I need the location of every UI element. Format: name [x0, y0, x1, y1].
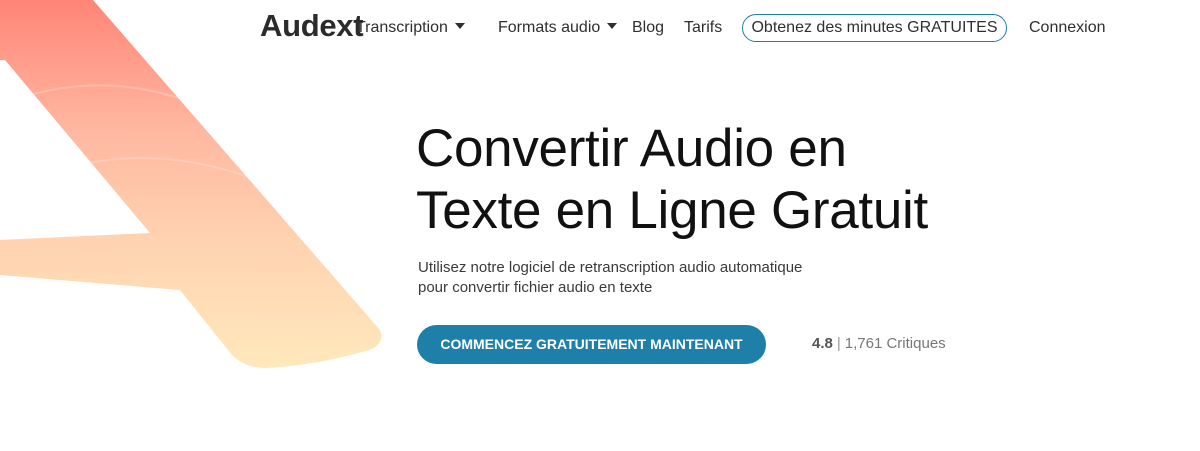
rating-score: 4.8 — [812, 335, 833, 352]
hero-subtitle-line-1: Utilisez notre logiciel de retranscripti… — [418, 259, 803, 276]
nav-formats-label: Formats audio — [498, 19, 601, 36]
nav-link-pricing[interactable]: Tarifs — [684, 19, 722, 37]
nav-transcription-label: Transcription — [356, 19, 448, 36]
rating-summary: 4.8 | 1,761 Critiques — [812, 335, 946, 352]
hero-subtitle-line-2: pour convertir fichier audio en texte — [418, 279, 653, 296]
brand-letter-a-graphic — [0, 0, 382, 368]
hero-title-line-2: Texte en Ligne Gratuit — [416, 181, 928, 240]
nav-link-blog[interactable]: Blog — [632, 19, 664, 37]
free-minutes-button[interactable]: Obtenez des minutes GRATUITES — [742, 14, 1007, 42]
brand-logo[interactable]: Audext — [260, 8, 364, 44]
nav-formats-dropdown[interactable]: Formats audio — [498, 19, 618, 37]
login-link[interactable]: Connexion — [1029, 19, 1106, 37]
hero-subtitle: Utilisez notre logiciel de retranscripti… — [418, 258, 858, 298]
caret-down-icon — [607, 23, 618, 29]
rating-separator: | — [836, 335, 841, 352]
hero-title-line-1: Convertir Audio en — [416, 119, 847, 178]
nav-transcription-dropdown[interactable]: Transcription — [356, 19, 465, 37]
hero-title: Convertir Audio en Texte en Ligne Gratui… — [416, 118, 928, 242]
start-free-button[interactable]: COMMENCEZ GRATUITEMENT MAINTENANT — [417, 325, 766, 364]
caret-down-icon — [454, 23, 465, 29]
rating-count[interactable]: 1,761 Critiques — [845, 335, 946, 352]
